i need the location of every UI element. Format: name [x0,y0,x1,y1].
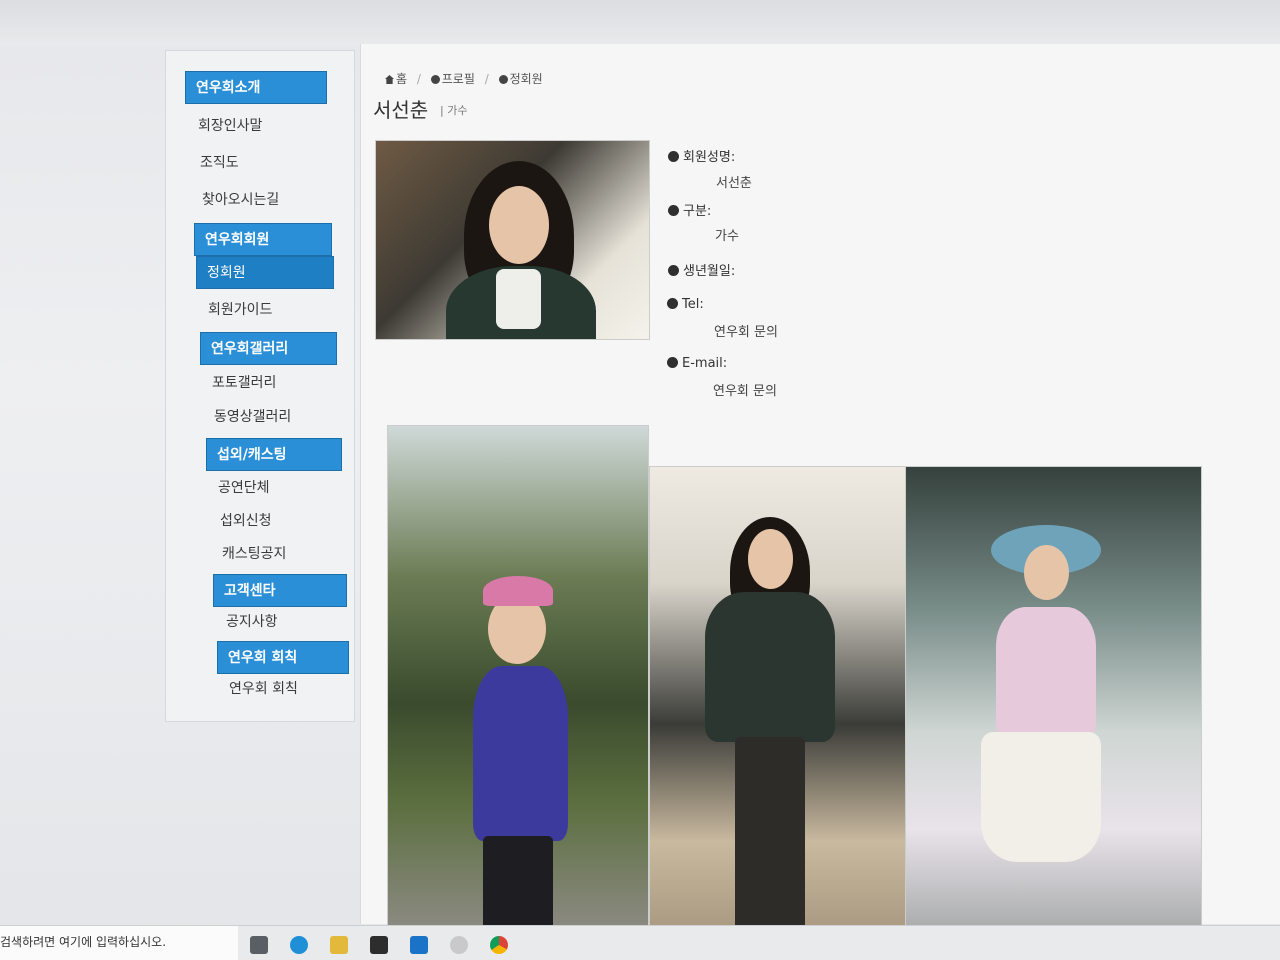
chrome-icon[interactable] [490,936,508,954]
store-icon[interactable] [370,936,388,954]
sidebar-item-notices[interactable]: 공지사항 [216,611,278,631]
sidebar-head-bylaws[interactable]: 연우회 회칙 [217,641,349,674]
windows-taskbar: 검색하려면 여기에 입력하십시오. [0,925,1280,960]
field-value-email: 연우회 문의 [713,384,777,399]
sidebar-item-greeting[interactable]: 회장인사말 [188,115,262,135]
task-view-icon[interactable] [250,936,268,954]
page-title: 서선춘 [373,98,429,122]
sidebar-item-performance-groups[interactable]: 공연단체 [208,477,270,497]
field-label-tel: Tel: [667,297,704,312]
profile-photo [375,140,650,340]
edge-browser-icon[interactable] [290,936,308,954]
file-explorer-icon[interactable] [330,936,348,954]
breadcrumb-profile[interactable]: 프로필 [430,72,475,86]
gallery-photo-outdoor [387,425,649,930]
field-label-name: 회원성명: [668,146,735,165]
sidebar-head-customer-center[interactable]: 고객센타 [213,574,347,607]
breadcrumb-separator: / [484,72,489,86]
sidebar-item-bylaws[interactable]: 연우회 회칙 [219,678,298,698]
home-icon [385,75,394,84]
sidebar-item-casting-notice[interactable]: 캐스팅공지 [212,543,286,563]
sidebar-item-directions[interactable]: 찾아오시는길 [192,189,279,209]
chevron-circle-icon [430,75,440,84]
sidebar-head-intro[interactable]: 연우회소개 [185,71,327,104]
chevron-circle-icon [668,151,679,162]
sidebar-head-members[interactable]: 연우회회원 [194,223,332,256]
breadcrumb-separator: / [416,72,421,86]
taskbar-search-input[interactable]: 검색하려면 여기에 입력하십시오. [0,926,238,960]
chevron-circle-icon [667,357,678,368]
field-value-category: 가수 [715,229,739,244]
chevron-circle-icon [668,205,679,216]
field-label-birthdate: 생년월일: [668,260,735,279]
screen-top-edge [0,0,1280,46]
sidebar-item-video-gallery[interactable]: 동영상갤러리 [204,406,291,426]
sidebar-item-member-guide[interactable]: 회원가이드 [198,299,272,319]
field-value-tel: 연우회 문의 [714,325,778,340]
sidebar-item-regular-member[interactable]: 정회원 [196,256,334,289]
sidebar-item-org-chart[interactable]: 조직도 [190,152,239,172]
app-icon[interactable] [450,936,468,954]
page-subtitle: | 가수 [440,104,468,117]
mail-icon[interactable] [410,936,428,954]
chevron-circle-icon [667,298,678,309]
sidebar-head-casting[interactable]: 섭외/캐스팅 [206,438,342,471]
breadcrumb: 홈 / 프로필 / 정회원 [385,70,549,87]
breadcrumb-regular[interactable]: 정회원 [498,72,543,86]
sidebar-item-booking-request[interactable]: 섭외신청 [210,510,272,530]
gallery-photo-hat [905,466,1202,951]
sidebar-head-gallery[interactable]: 연우회갤러리 [200,332,337,365]
breadcrumb-home[interactable]: 홈 [385,72,407,86]
chevron-circle-icon [668,265,679,276]
gallery-photo-indoor [649,466,919,936]
field-label-email: E-mail: [667,356,727,371]
sidebar-item-photo-gallery[interactable]: 포토갤러리 [202,372,276,392]
field-label-category: 구분: [668,200,711,219]
chevron-circle-icon [498,75,508,84]
field-value-name: 서선춘 [716,176,752,191]
